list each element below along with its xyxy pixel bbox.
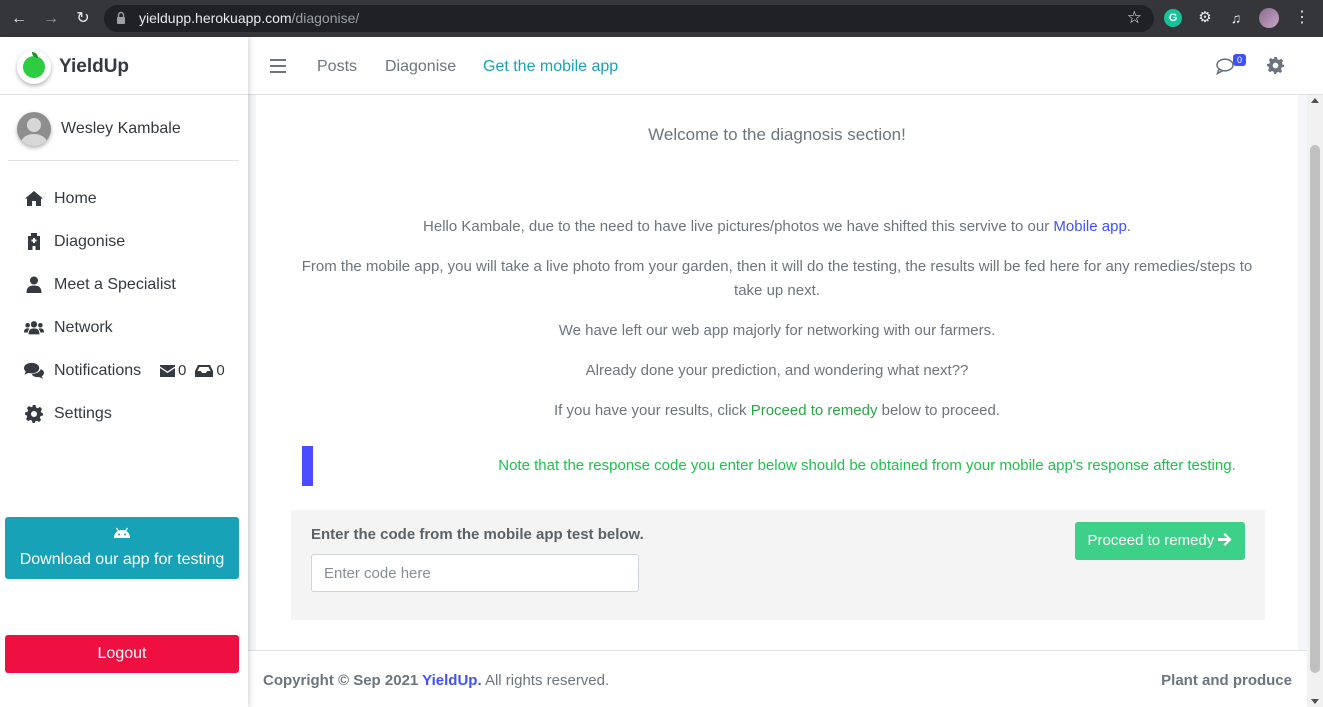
page-title: Welcome to the diagnosis section! <box>648 125 906 144</box>
scroll-down-icon[interactable] <box>1311 699 1319 704</box>
top-navbar: Posts Diagonise Get the mobile app 0 <box>248 37 1323 95</box>
intro-paragraph: Hello Kambale, due to the need to have l… <box>423 218 1131 235</box>
inbox-icon <box>195 364 214 377</box>
sidebar-item-notifications[interactable]: Notifications 0 0 <box>0 349 248 392</box>
user-panel[interactable]: Wesley Kambale <box>8 104 239 161</box>
sidebar-item-label: Settings <box>54 404 112 422</box>
mobile-app-link[interactable]: Mobile app <box>1053 218 1126 235</box>
profile-avatar[interactable] <box>1259 8 1279 28</box>
scroll-up-icon[interactable] <box>1311 98 1319 103</box>
download-app-label: Download our app for testing <box>19 551 225 568</box>
android-icon <box>114 527 130 538</box>
user-name: Wesley Kambale <box>61 120 181 137</box>
sidebar-item-label: Diagonise <box>54 232 126 250</box>
envelope-icon <box>160 364 175 377</box>
footer: Copyright © Sep 2021 YieldUp. All rights… <box>248 650 1307 707</box>
home-icon <box>24 190 44 208</box>
sidebar-item-network[interactable]: Network <box>0 306 248 349</box>
kebab-menu-icon[interactable]: ⋮ <box>1293 9 1311 27</box>
sidebar-item-home[interactable]: Home <box>0 177 248 220</box>
nav-link-posts[interactable]: Posts <box>317 58 357 76</box>
mobile-app-paragraph: From the mobile app, you will take a liv… <box>301 258 1253 299</box>
diagnosis-card: Welcome to the diagnosis section! Hello … <box>256 95 1298 650</box>
nav-link-get-mobile-app[interactable]: Get the mobile app <box>483 58 618 76</box>
networking-paragraph: We have left our web app majorly for net… <box>558 322 996 339</box>
sidebar-item-diagonise[interactable]: Diagonise <box>0 220 248 263</box>
callout-note: Note that the response code you enter be… <box>498 457 1236 474</box>
hospital-icon <box>24 233 44 251</box>
page-scrollbar[interactable] <box>1307 95 1323 707</box>
proceed-to-remedy-link[interactable]: Proceed to remedy <box>751 402 878 419</box>
settings-gear-icon[interactable] <box>1267 57 1284 74</box>
avatar <box>17 112 51 146</box>
sidebar-item-settings[interactable]: Settings <box>0 392 248 435</box>
sidebar-item-label: Notifications <box>54 361 142 379</box>
logo-icon <box>17 50 51 84</box>
star-icon[interactable]: ☆ <box>1127 8 1142 28</box>
extensions-icon[interactable]: ⚙ <box>1196 9 1214 27</box>
notification-counts: 0 0 <box>160 362 225 379</box>
brand-link[interactable]: YieldUp <box>0 37 248 95</box>
sidebar-item-label: Meet a Specialist <box>54 275 176 293</box>
reload-icon[interactable]: ↻ <box>72 8 94 30</box>
grammarly-icon[interactable]: G <box>1164 9 1182 27</box>
arrow-right-icon <box>1218 533 1232 546</box>
copyright-text: Copyright © Sep 2021 YieldUp. All rights… <box>263 672 610 689</box>
comments-icon <box>24 362 44 380</box>
download-app-button[interactable]: Download our app for testing <box>5 517 239 579</box>
users-icon <box>24 319 44 337</box>
sidebar-item-label: Network <box>54 318 113 336</box>
sidebar-menu: Home Diagonise Meet a Specialist Network… <box>0 177 248 435</box>
hamburger-menu-icon[interactable] <box>270 59 286 73</box>
inbox-count: 0 <box>216 362 225 379</box>
scrollbar-thumb[interactable] <box>1310 145 1320 673</box>
prediction-paragraph: Already done your prediction, and wonder… <box>585 362 969 379</box>
proceed-button-label: Proceed to remedy <box>1087 532 1215 549</box>
gear-icon <box>24 404 44 423</box>
footer-tagline: Plant and produce <box>1161 672 1292 689</box>
footer-brand-link[interactable]: YieldUp. <box>422 672 481 689</box>
back-icon[interactable]: ← <box>8 8 30 30</box>
forward-icon[interactable]: → <box>40 8 62 30</box>
browser-toolbar: ← → ↻ yieldupp.herokuapp.com/diagonise/ … <box>0 0 1323 37</box>
user-icon <box>24 276 44 294</box>
code-input[interactable] <box>311 554 639 592</box>
mail-count: 0 <box>178 362 187 379</box>
address-bar[interactable]: yieldupp.herokuapp.com/diagonise/ ☆ <box>104 5 1154 32</box>
chat-badge: 0 <box>1233 54 1246 66</box>
sidebar-item-label: Home <box>54 189 97 207</box>
brand-name: YieldUp <box>59 56 130 77</box>
sidebar: YieldUp Wesley Kambale Home Diagonise Me… <box>0 37 248 707</box>
callout-accent-bar <box>302 446 313 486</box>
logout-button[interactable]: Logout <box>5 635 239 673</box>
proceed-to-remedy-button[interactable]: Proceed to remedy <box>1075 522 1245 560</box>
lock-icon <box>117 11 125 24</box>
code-entry-panel: Enter the code from the mobile app test … <box>291 510 1265 620</box>
code-label: Enter the code from the mobile app test … <box>311 526 644 543</box>
media-icon[interactable]: ♫ <box>1227 9 1245 27</box>
url-text: yieldupp.herokuapp.com/diagonise/ <box>139 10 360 26</box>
results-paragraph: If you have your results, click Proceed … <box>553 402 1001 419</box>
main-content: Welcome to the diagnosis section! Hello … <box>248 95 1307 707</box>
nav-link-diagonise[interactable]: Diagonise <box>385 58 456 76</box>
sidebar-item-meet-specialist[interactable]: Meet a Specialist <box>0 263 248 306</box>
